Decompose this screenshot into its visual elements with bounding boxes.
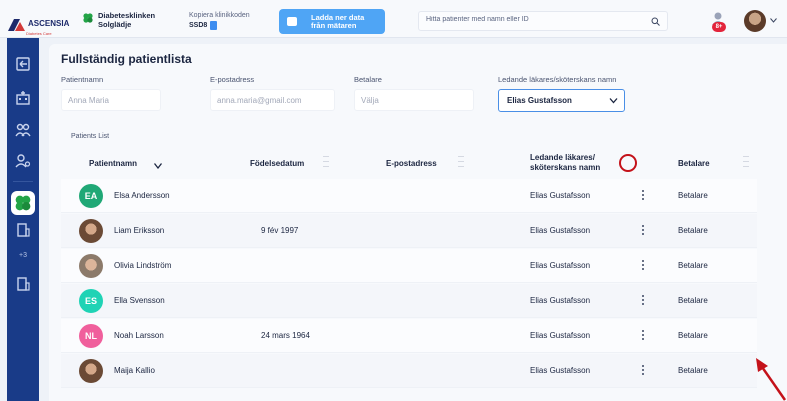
dashboard-icon[interactable] xyxy=(15,56,31,72)
doctor-cell: Elias Gustafsson xyxy=(530,296,591,305)
more-options-icon[interactable] xyxy=(642,260,645,272)
payer-cell: Betalare xyxy=(678,296,708,305)
doctor-cell: Elias Gustafsson xyxy=(530,261,591,270)
payer-cell: Betalare xyxy=(678,191,708,200)
filter-payer-label: Betalare xyxy=(354,75,382,84)
patient-avatar xyxy=(79,219,103,243)
chevron-down-icon[interactable] xyxy=(770,18,777,23)
arrow-annotation-icon xyxy=(756,358,787,401)
col-doctor-line1: Ledande läkares/ xyxy=(530,153,595,162)
col-payer[interactable]: Betalare xyxy=(678,159,710,169)
brand-name: ASCENSIA xyxy=(28,19,70,28)
brand-sub: Diabetes Care xyxy=(26,31,52,36)
patient-avatar xyxy=(79,254,103,278)
clinic-code: SSD8 xyxy=(189,22,208,29)
filter-doctor-label: Ledande läkares/sköterskans namn xyxy=(498,75,617,84)
table-row[interactable]: ES Ella Svensson Elias Gustafsson Betalare xyxy=(61,284,757,318)
clinic-name-line1: Diabetesklinken xyxy=(98,11,156,20)
more-options-icon[interactable] xyxy=(642,330,645,342)
more-options-icon[interactable] xyxy=(642,190,645,202)
highlight-circle-annotation xyxy=(619,154,637,172)
clinic-name-line2: Solglädje xyxy=(98,20,132,29)
table-row[interactable]: Maija Kallio Elias Gustafsson Betalare xyxy=(61,354,757,388)
patient-search xyxy=(418,11,668,31)
payer-cell: Betalare xyxy=(678,331,708,340)
search-icon[interactable] xyxy=(651,17,660,26)
more-options-icon[interactable] xyxy=(642,225,645,237)
doctor-select[interactable]: Elias Gustafsson xyxy=(498,89,625,112)
sidebar-divider xyxy=(13,181,33,182)
payer-cell: Betalare xyxy=(678,366,708,375)
patient-avatar xyxy=(79,359,103,383)
patient-name-input[interactable] xyxy=(61,89,161,111)
filter-name-label: Patientnamn xyxy=(61,75,104,84)
building-icon[interactable] xyxy=(15,222,31,238)
more-clinics-count[interactable]: +3 xyxy=(7,252,39,259)
col-doctor[interactable]: Ledande läkares/ sköterskans namn xyxy=(530,153,600,173)
sort-icon[interactable] xyxy=(458,156,464,170)
notifications[interactable]: 8+ xyxy=(709,11,727,33)
hospital-icon[interactable] xyxy=(15,90,31,106)
users-icon[interactable] xyxy=(15,122,31,138)
doctor-select-value: Elias Gustafsson xyxy=(507,96,572,105)
col-patient-name[interactable]: Patientnamn xyxy=(89,159,137,169)
payer-cell: Betalare xyxy=(678,261,708,270)
chevron-down-icon xyxy=(609,98,618,104)
patients-list-label: Patients List xyxy=(71,133,110,140)
patient-name-cell: Elsa Andersson xyxy=(114,191,170,200)
more-options-icon[interactable] xyxy=(642,365,645,377)
filter-email-label: E-postadress xyxy=(210,75,255,84)
sort-chevron-icon[interactable] xyxy=(154,163,162,169)
patient-name-cell: Noah Larsson xyxy=(114,331,164,340)
patient-avatar: ES xyxy=(79,289,103,313)
page-title: Fullständig patientlista xyxy=(61,52,192,66)
patient-name-cell: Liam Eriksson xyxy=(114,226,165,235)
copy-code-label: Kopiera klinikkoden xyxy=(189,12,250,19)
sidebar-item-clinic[interactable] xyxy=(11,191,35,215)
table-row[interactable]: NL Noah Larsson 24 mars 1964 Elias Gustafss… xyxy=(61,319,757,353)
clover-icon xyxy=(15,195,31,211)
search-input[interactable] xyxy=(426,16,636,23)
download-meter-data-label: Ladda ner data från mätaren xyxy=(311,12,365,30)
clinic-info: Diabetesklinken Solglädje xyxy=(83,11,155,29)
clover-icon xyxy=(83,13,93,23)
user-settings-icon[interactable] xyxy=(15,153,31,169)
doctor-cell: Elias Gustafsson xyxy=(530,226,591,235)
user-avatar[interactable] xyxy=(744,10,766,32)
table-row[interactable]: EA Elsa Andersson Elias Gustafsson Betalare xyxy=(61,179,757,213)
sort-icon[interactable] xyxy=(743,156,749,170)
payer-cell: Betalare xyxy=(678,226,708,235)
patient-avatar: NL xyxy=(79,324,103,348)
doctor-cell: Elias Gustafsson xyxy=(530,331,591,340)
col-doctor-line2: sköterskans namn xyxy=(530,163,601,172)
email-input[interactable] xyxy=(210,89,335,111)
payer-input[interactable] xyxy=(354,89,474,111)
patient-name-cell: Olivia Lindström xyxy=(114,261,172,270)
ascensia-logo[interactable]: ASCENSIA Diabetes Care xyxy=(8,13,69,36)
table-row[interactable]: Olivia Lindström Elias Gustafsson Betalare xyxy=(61,249,757,283)
patient-name-cell: Ella Svensson xyxy=(114,296,165,305)
main-panel: Fullständig patientlista Patientnamn E-p… xyxy=(49,44,787,401)
copy-icon[interactable] xyxy=(210,21,218,30)
patient-name-cell: Maija Kallio xyxy=(114,366,155,375)
copy-clinic-code[interactable]: Kopiera klinikkoden SSD8 xyxy=(189,11,250,30)
table-row[interactable]: Liam Eriksson 9 fév 1997 Elias Gustafsson B… xyxy=(61,214,757,248)
col-email[interactable]: E-postadress xyxy=(386,159,437,169)
doctor-cell: Elias Gustafsson xyxy=(530,191,591,200)
table-header: Patientnamn Födelsedatum E-postadress Le… xyxy=(61,144,757,182)
clinic-building-icon[interactable] xyxy=(15,276,31,292)
download-meter-data-button[interactable]: Ladda ner data från mätaren xyxy=(279,9,385,34)
notification-badge: 8+ xyxy=(712,22,726,32)
dob-cell: 9 fév 1997 xyxy=(261,226,299,235)
col-dob[interactable]: Födelsedatum xyxy=(250,159,304,169)
patient-avatar: EA xyxy=(79,184,103,208)
sidebar: +3 xyxy=(7,38,39,401)
more-options-icon[interactable] xyxy=(642,295,645,307)
doctor-cell: Elias Gustafsson xyxy=(530,366,591,375)
dob-cell: 24 mars 1964 xyxy=(261,331,310,340)
logo-mark-icon xyxy=(8,18,25,31)
top-bar: ASCENSIA Diabetes Care Diabetesklinken S… xyxy=(0,0,787,38)
sort-icon[interactable] xyxy=(323,156,329,170)
meter-icon xyxy=(287,17,297,26)
